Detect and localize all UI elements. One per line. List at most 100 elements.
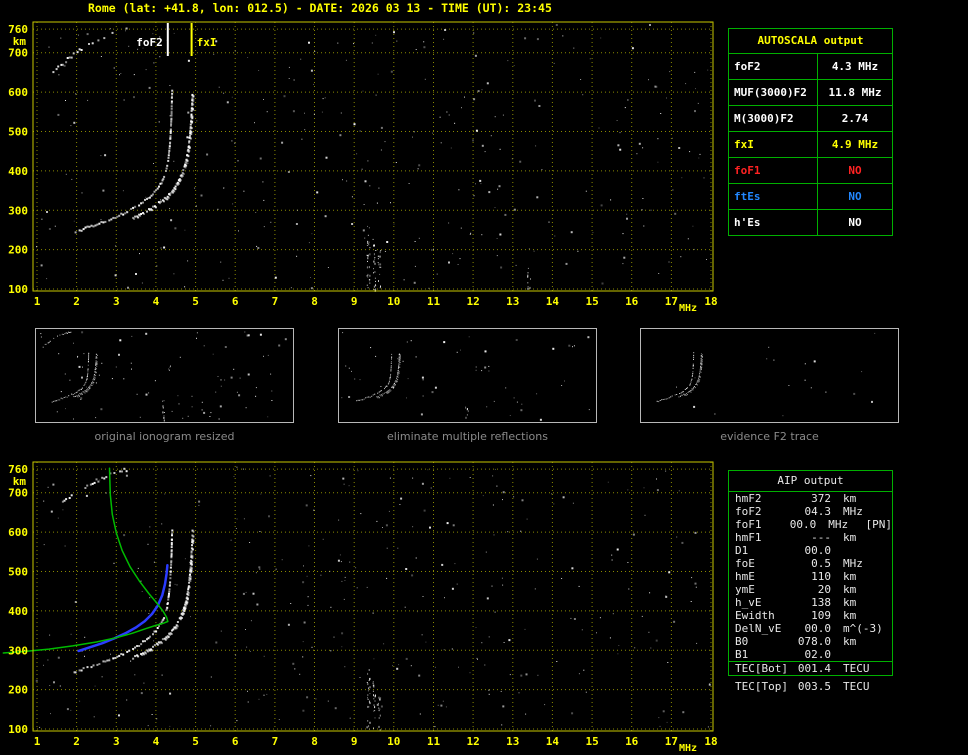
parameter-label: foF2: [729, 54, 818, 79]
f2-trace-extraordinary: [73, 353, 98, 398]
parameter-value: 0.5: [811, 557, 831, 570]
svg-text:14: 14: [546, 735, 560, 748]
parameter-label: foF1: [735, 518, 762, 531]
parameter-label: hmF2: [735, 492, 762, 505]
noise-echoes: [676, 332, 876, 417]
svg-text:400: 400: [8, 605, 28, 618]
aip-row-h_vE: h_vE 138 km: [729, 596, 892, 609]
f2-trace-extraordinary: [132, 529, 195, 660]
interference-streaks: [162, 400, 165, 422]
svg-text:100: 100: [8, 723, 28, 736]
svg-text:11: 11: [427, 295, 441, 308]
noise-echoes: [35, 466, 711, 728]
thumbnail-filtered-chart: [341, 332, 590, 421]
parameter-value: 138: [811, 596, 831, 609]
parameter-label: foF1: [729, 158, 818, 183]
svg-text:12: 12: [466, 735, 479, 748]
svg-text:14: 14: [546, 295, 560, 308]
axis-tick-labels: 100200300400500600700760km1 2 3 4 5 6 7 8 9 10 11 1…: [8, 463, 718, 754]
autoscala-row-foF1: foF1 NO: [729, 157, 892, 183]
parameter-unit: MHz: [843, 557, 863, 570]
multiple-reflection-trace: [52, 27, 128, 74]
svg-text:5: 5: [192, 295, 199, 308]
aip-row-foF2: foF2 04.3 MHz: [729, 505, 892, 518]
parameter-label: ftEs: [729, 184, 818, 209]
axis-tick-labels: 100200300400500600700760km1 2 3 4 5 6 7 8 9 10 11 1…: [8, 23, 718, 314]
thumbnail-original-ionogram: [35, 328, 294, 423]
aip-table-header: AIP output: [729, 471, 892, 492]
parameter-label: h_vE: [735, 596, 762, 609]
interference-streaks: [366, 669, 382, 732]
parameter-label: MUF(3000)F2: [729, 80, 818, 105]
svg-text:17: 17: [665, 295, 678, 308]
parameter-value: NO: [848, 164, 862, 177]
parameter-unit: [843, 648, 887, 661]
aip-row-B0: B0 078.0 km: [729, 635, 892, 648]
svg-text:3: 3: [113, 295, 120, 308]
parameter-value: 11.8 MHz: [828, 86, 882, 99]
parameter-value: 372: [811, 492, 831, 505]
parameter-label: ymE: [735, 583, 755, 596]
svg-text:2: 2: [73, 735, 80, 748]
svg-text:300: 300: [8, 204, 28, 217]
parameter-label: Ewidth: [735, 609, 775, 622]
svg-text:2: 2: [73, 295, 80, 308]
parameter-value: 00.0: [789, 518, 817, 531]
parameter-unit: km: [843, 596, 857, 609]
thumbnail-f2-chart: [656, 332, 876, 417]
svg-text:18: 18: [704, 735, 717, 748]
aip-row-B1: B1 02.0: [729, 648, 892, 661]
autoscala-output-table: AUTOSCALA output foF2 4.3 MHz MUF(3000)F2 1…: [728, 28, 893, 236]
svg-text:8: 8: [311, 735, 318, 748]
svg-text:600: 600: [8, 86, 28, 99]
parameter-label: B0: [735, 635, 749, 648]
svg-text:6: 6: [232, 295, 239, 308]
parameter-unit: km: [843, 583, 857, 596]
svg-text:700: 700: [8, 47, 28, 60]
autoscala-table-body: foF2 4.3 MHz MUF(3000)F2 11.8 MHz M(3000)F2 2…: [729, 54, 892, 235]
parameter-label: foE: [735, 557, 755, 570]
parameter-unit: TECU: [843, 680, 870, 693]
f2-trace-ordinary: [74, 529, 174, 674]
svg-text:4: 4: [153, 735, 160, 748]
x-axis-unit: MHz: [679, 743, 697, 754]
autoscala-row-ftEs: ftEs NO: [729, 183, 892, 209]
aip-row-hmF1: hmF1 --- km: [729, 531, 892, 544]
parameter-label: DelN_vE: [735, 622, 782, 635]
parameter-unit: MHz: [843, 505, 863, 518]
electron-density-profile: [2, 467, 169, 654]
y-axis-unit: km: [13, 475, 27, 488]
thumbnail-caption-original: original ionogram resized: [94, 430, 235, 443]
aip-row-foF1: foF1 00.0 MHz [PN]: [729, 518, 892, 531]
svg-text:12: 12: [466, 295, 479, 308]
aip-row-foE: foE 0.5 MHz: [729, 557, 892, 570]
aip-row-hmF2: hmF2 372 km: [729, 492, 892, 505]
aip-table-body: hmF2 372 km foF2 04.3 MHz foF1 00.0 MHz [PN] hmF1-…: [729, 492, 892, 675]
parameter-label: fxI: [729, 132, 818, 157]
parameter-value: 00.0: [804, 544, 832, 557]
fxI-marker-label: fxI: [197, 36, 217, 49]
svg-text:8: 8: [311, 295, 318, 308]
f2-trace-extraordinary: [678, 353, 703, 398]
svg-text:16: 16: [625, 295, 639, 308]
f2-trace-extraordinary: [376, 353, 401, 399]
noise-echoes: [40, 331, 287, 420]
main-ionogram-chart: foF2 fxI100200300400500600700760km1 2 3 4 5 6 7…: [8, 21, 718, 314]
f2-trace-ordinary: [656, 352, 695, 403]
aip-output-table: AIP output hmF2 372 km foF2 04.3 MHz foF1 00.0 M…: [728, 470, 893, 676]
thumbnail-caption-filtered: eliminate multiple reflections: [387, 430, 548, 443]
parameter-unit: km: [843, 531, 857, 544]
noise-echoes: [36, 24, 709, 290]
interference-streaks: [366, 225, 531, 292]
f2-trace-ordinary: [356, 353, 393, 402]
svg-text:1: 1: [34, 735, 41, 748]
f2-trace-ordinary: [51, 352, 90, 403]
parameter-value: NO: [848, 190, 862, 203]
thumbnail-original-chart: [40, 331, 287, 422]
multiple-reflection-trace: [42, 331, 72, 348]
svg-text:7: 7: [272, 735, 279, 748]
parameter-value: 04.3: [804, 505, 832, 518]
parameter-label: hmE: [735, 570, 755, 583]
aip-row-hmE: hmE 110 km: [729, 570, 892, 583]
parameter-value: 4.9 MHz: [831, 138, 879, 151]
